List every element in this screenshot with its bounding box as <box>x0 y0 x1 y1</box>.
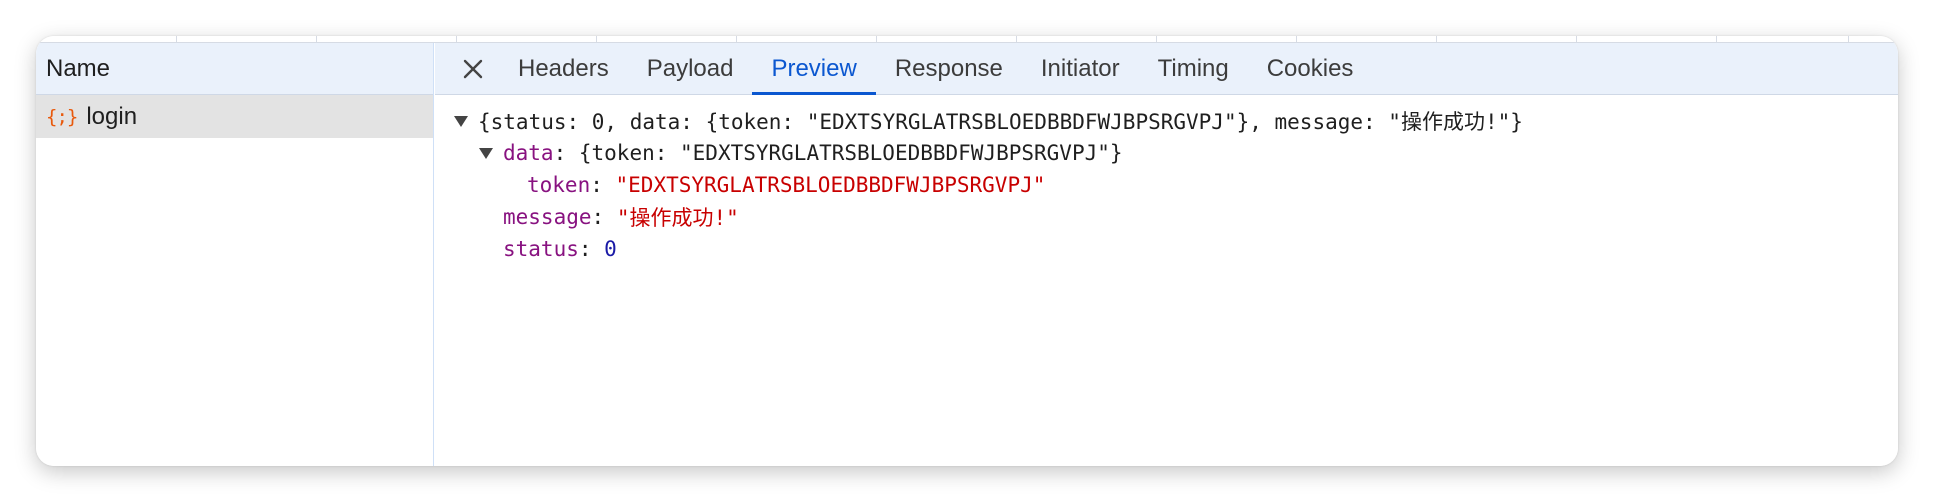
waterfall-tick <box>1848 36 1849 43</box>
triangle-down-icon[interactable] <box>454 115 468 127</box>
waterfall-tick <box>1296 36 1297 43</box>
json-value-message: "操作成功!" <box>616 206 739 230</box>
tab-headers[interactable]: Headers <box>499 43 628 94</box>
tab-timing[interactable]: Timing <box>1139 43 1248 94</box>
json-message-line: message: "操作成功!" <box>435 201 1898 233</box>
waterfall-tick <box>1016 36 1017 43</box>
waterfall-tick <box>1156 36 1157 43</box>
json-colon: : <box>590 173 616 197</box>
json-root-line[interactable]: {status: 0, data: {token: "EDXTSYRGLATRS… <box>435 105 1898 137</box>
request-row-login[interactable]: {;} login <box>36 95 433 138</box>
request-list-panel: Name {;} login <box>36 43 434 466</box>
json-status-line: status: 0 <box>435 233 1898 265</box>
devtools-network-window: Name {;} login Headers Payload Preview R… <box>36 36 1898 466</box>
json-data-line[interactable]: data: {token: "EDXTSYRGLATRSBLOEDBBDFWJB… <box>435 137 1898 169</box>
json-token-line: token: "EDXTSYRGLATRSBLOEDBBDFWJBPSRGVPJ… <box>435 169 1898 201</box>
waterfall-tick <box>456 36 457 43</box>
tab-preview[interactable]: Preview <box>752 43 877 95</box>
close-icon <box>463 59 483 78</box>
json-colon: : <box>578 237 605 261</box>
waterfall-tick <box>876 36 877 43</box>
json-key-status: status <box>503 237 579 261</box>
json-colon: : <box>553 141 579 165</box>
json-colon: : <box>591 205 617 229</box>
json-key-message: message <box>503 205 592 229</box>
json-value-status: 0 <box>604 237 617 261</box>
tab-initiator[interactable]: Initiator <box>1022 43 1139 94</box>
request-name: login <box>86 102 138 130</box>
waterfall-tick <box>596 36 597 43</box>
json-key-token: token <box>527 173 591 197</box>
waterfall-tick <box>1576 36 1577 43</box>
json-key-data: data <box>503 141 554 165</box>
waterfall-tick <box>316 36 317 43</box>
json-root-summary: {status: 0, data: {token: "EDXTSYRGLATRS… <box>478 110 1523 134</box>
waterfall-tick <box>176 36 177 43</box>
json-preview: {status: 0, data: {token: "EDXTSYRGLATRS… <box>435 95 1898 265</box>
triangle-down-icon[interactable] <box>479 147 493 159</box>
request-detail-panel: Headers Payload Preview Response Initiat… <box>435 43 1898 466</box>
screenshot-stage: Name {;} login Headers Payload Preview R… <box>0 0 1934 502</box>
close-button[interactable] <box>455 43 491 94</box>
waterfall-tick <box>1436 36 1437 43</box>
waterfall-strip <box>36 36 1898 43</box>
json-file-icon: {;} <box>46 105 78 128</box>
json-value-token: "EDXTSYRGLATRSBLOEDBBDFWJBPSRGVPJ" <box>615 173 1046 197</box>
tab-cookies[interactable]: Cookies <box>1248 43 1373 94</box>
tab-payload[interactable]: Payload <box>628 43 753 94</box>
json-data-summary: {token: "EDXTSYRGLATRSBLOEDBBDFWJBPSRGVP… <box>578 141 1123 165</box>
name-column-header[interactable]: Name <box>36 43 433 95</box>
tab-response[interactable]: Response <box>876 43 1022 94</box>
name-column-label: Name <box>46 54 111 82</box>
detail-tabbar: Headers Payload Preview Response Initiat… <box>435 43 1898 95</box>
waterfall-tick <box>1716 36 1717 43</box>
waterfall-tick <box>736 36 737 43</box>
